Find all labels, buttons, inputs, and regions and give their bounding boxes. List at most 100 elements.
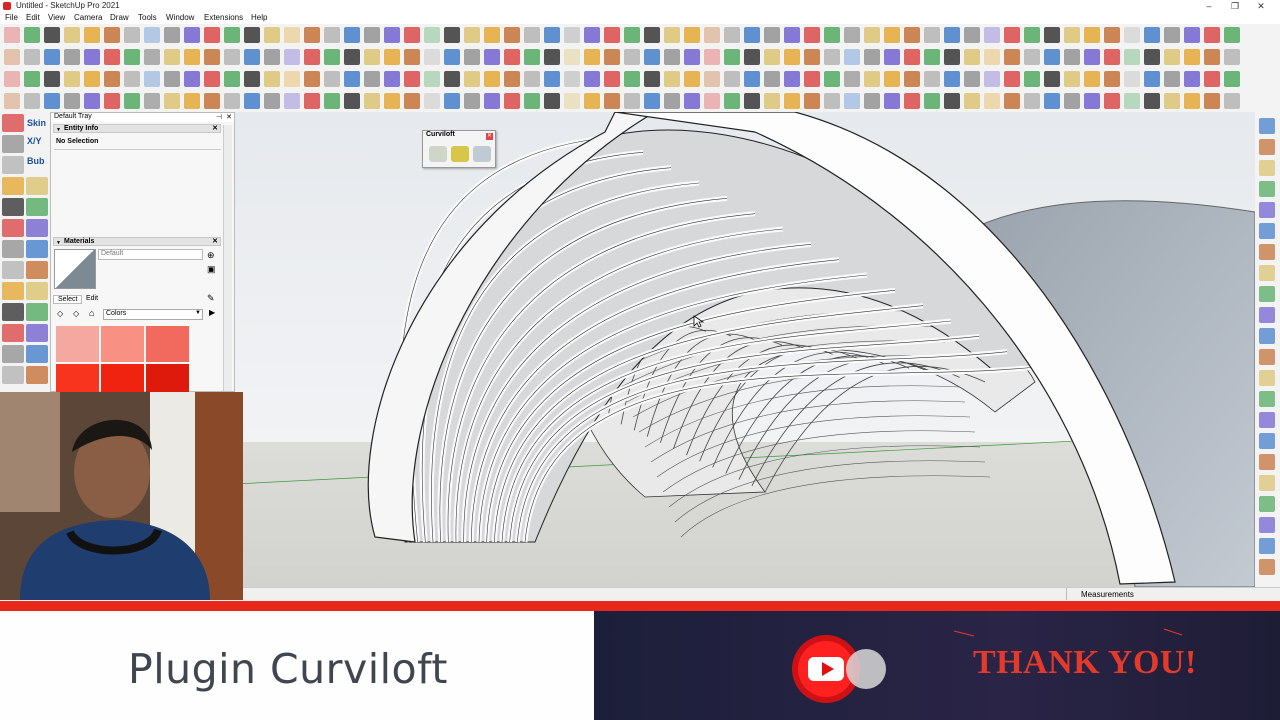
entity-info-header[interactable]: Entity Info ✕: [53, 124, 221, 134]
toolbar-tool-icon[interactable]: [684, 49, 700, 65]
toolbar-tool-icon[interactable]: [324, 49, 340, 65]
toolbar-tool-icon[interactable]: [1004, 71, 1020, 87]
right-tool-icon[interactable]: [1259, 139, 1275, 155]
right-tool-icon[interactable]: [1259, 538, 1275, 554]
toolbar-tool-icon[interactable]: [224, 93, 240, 109]
toolbar-tool-icon[interactable]: [804, 49, 820, 65]
toolbar-tool-icon[interactable]: [964, 49, 980, 65]
toolbar-tool-icon[interactable]: [124, 49, 140, 65]
toolbar-tool-icon[interactable]: [624, 49, 640, 65]
toolbar-tool-icon[interactable]: [844, 71, 860, 87]
toolbar-tool-icon[interactable]: [884, 49, 900, 65]
toolbar-tool-icon[interactable]: [1084, 27, 1100, 43]
right-tool-icon[interactable]: [1259, 454, 1275, 470]
toolbar-tool-icon[interactable]: [984, 27, 1000, 43]
toolbar-tool-icon[interactable]: [324, 71, 340, 87]
toolbar-tool-icon[interactable]: [344, 93, 360, 109]
toolbar-icons[interactable]: [4, 27, 1276, 43]
toolbar-tool-icon[interactable]: [564, 93, 580, 109]
toolbar-tool-icon[interactable]: [504, 93, 520, 109]
right-tool-icon[interactable]: [1259, 307, 1275, 323]
toolbar-tool-icon[interactable]: [1224, 27, 1240, 43]
toolbar-tool-icon[interactable]: [1044, 49, 1060, 65]
right-tool-icon[interactable]: [1259, 559, 1275, 575]
material-name-field[interactable]: Default: [98, 249, 203, 260]
toolbar-tool-icon[interactable]: [284, 71, 300, 87]
toolbar-tool-icon[interactable]: [64, 71, 80, 87]
toolbar-tool-icon[interactable]: [824, 49, 840, 65]
toolbar-tool-icon[interactable]: [724, 93, 740, 109]
toolbar-tool-icon[interactable]: [184, 49, 200, 65]
left-tool-icon[interactable]: [26, 177, 48, 195]
left-tool-icon[interactable]: [2, 240, 24, 258]
toolbar-tool-icon[interactable]: [844, 93, 860, 109]
toolbar-tool-icon[interactable]: [624, 27, 640, 43]
toolbar-tool-icon[interactable]: [944, 49, 960, 65]
details-arrow-icon[interactable]: ▶: [209, 308, 215, 317]
toolbar-tool-icon[interactable]: [244, 27, 260, 43]
toolbar-tool-icon[interactable]: [604, 49, 620, 65]
toolbar-tool-icon[interactable]: [464, 27, 480, 43]
toolbar-tool-icon[interactable]: [1024, 71, 1040, 87]
toolbar-tool-icon[interactable]: [304, 93, 320, 109]
toolbar-tool-icon[interactable]: [264, 27, 280, 43]
menu-help[interactable]: Help: [251, 13, 267, 22]
toolbar-tool-icon[interactable]: [884, 27, 900, 43]
right-tool-icon[interactable]: [1259, 433, 1275, 449]
toolbar-tool-icon[interactable]: [824, 71, 840, 87]
toolbar-tool-icon[interactable]: [344, 49, 360, 65]
toolbar-tool-icon[interactable]: [64, 93, 80, 109]
menu-extensions[interactable]: Extensions: [204, 13, 243, 22]
toolbar-tool-icon[interactable]: [964, 27, 980, 43]
toolbar-tool-icon[interactable]: [824, 93, 840, 109]
toolbar-tool-icon[interactable]: [1224, 49, 1240, 65]
toolbar-tool-icon[interactable]: [684, 71, 700, 87]
left-tool-grid[interactable]: [2, 114, 48, 384]
toolbar-tool-icon[interactable]: [724, 71, 740, 87]
right-tool-icon[interactable]: [1259, 160, 1275, 176]
toolbar-tool-icon[interactable]: [224, 49, 240, 65]
toolbar-tool-icon[interactable]: [1024, 49, 1040, 65]
pin-icon[interactable]: ⊣: [216, 113, 222, 121]
toolbar-tool-icon[interactable]: [44, 93, 60, 109]
right-tool-icon[interactable]: [1259, 391, 1275, 407]
left-tool-icon[interactable]: [26, 282, 48, 300]
toolbar-tool-icon[interactable]: [144, 27, 160, 43]
toolbar-tool-icon[interactable]: [444, 71, 460, 87]
menu-window[interactable]: Window: [166, 13, 194, 22]
color-swatch[interactable]: [56, 326, 99, 362]
toolbar-tool-icon[interactable]: [484, 49, 500, 65]
toolbar-tool-icon[interactable]: [524, 27, 540, 43]
xyz-tool-label[interactable]: X/Y: [27, 136, 42, 146]
right-tool-icons[interactable]: [1259, 118, 1275, 575]
toolbar-tool-icon[interactable]: [444, 49, 460, 65]
left-tool-icon[interactable]: [2, 324, 24, 342]
toolbar-tool-icon[interactable]: [304, 27, 320, 43]
toolbar-tool-icon[interactable]: [1184, 93, 1200, 109]
toolbar-tool-icon[interactable]: [604, 71, 620, 87]
tab-select[interactable]: Select: [53, 295, 83, 304]
toolbar-tool-icon[interactable]: [1104, 71, 1120, 87]
right-tool-icon[interactable]: [1259, 517, 1275, 533]
library-select[interactable]: Colors: [103, 309, 203, 320]
chevron-down-icon[interactable]: ▼: [195, 310, 201, 316]
left-tool-icon[interactable]: [2, 219, 24, 237]
toolbar-tool-icon[interactable]: [544, 71, 560, 87]
toolbar-tool-icon[interactable]: [364, 93, 380, 109]
toolbar-tool-icon[interactable]: [4, 49, 20, 65]
toolbar-tool-icon[interactable]: [504, 49, 520, 65]
toolbar-tool-icon[interactable]: [1044, 27, 1060, 43]
toolbar-tool-icon[interactable]: [424, 93, 440, 109]
toolbar-tool-icon[interactable]: [544, 27, 560, 43]
toolbar-tool-icon[interactable]: [644, 27, 660, 43]
toolbar-tool-icon[interactable]: [904, 49, 920, 65]
toolbar-tool-icon[interactable]: [924, 49, 940, 65]
toolbar-tool-icon[interactable]: [624, 71, 640, 87]
entity-info-close-icon[interactable]: ✕: [212, 125, 218, 133]
toolbar-tool-icon[interactable]: [604, 93, 620, 109]
toolbar-tool-icon[interactable]: [1224, 71, 1240, 87]
toolbar-tool-icon[interactable]: [84, 49, 100, 65]
toolbar-tool-icon[interactable]: [1164, 27, 1180, 43]
toolbar-tool-icon[interactable]: [1084, 49, 1100, 65]
toolbar-tool-icon[interactable]: [1224, 93, 1240, 109]
